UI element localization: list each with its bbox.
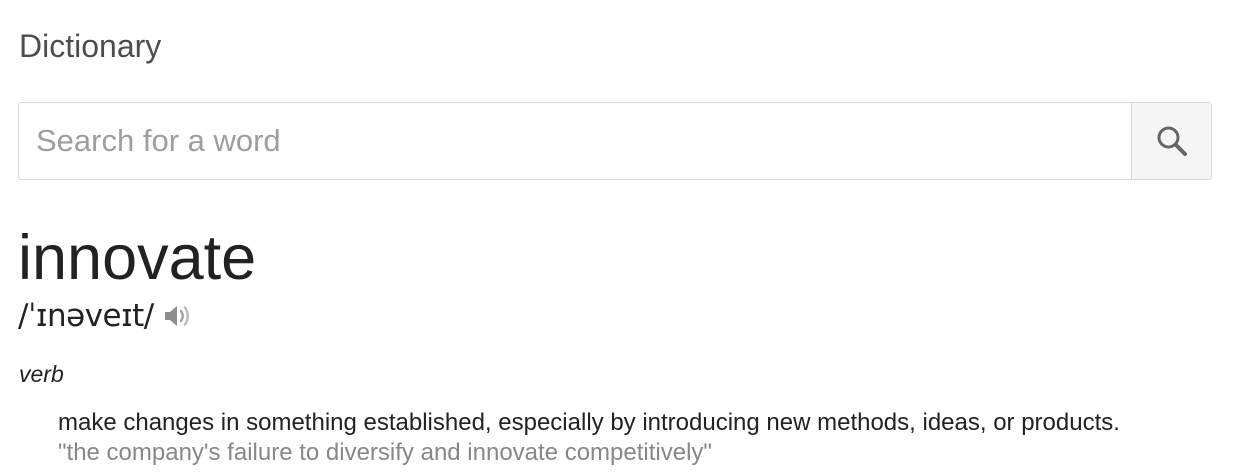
part-of-speech: verb	[19, 361, 64, 387]
pronunciation: /ˈɪnəveɪt/	[18, 298, 154, 334]
search-box	[18, 102, 1212, 180]
definition: make changes in something established, e…	[58, 409, 1120, 436]
search-button[interactable]	[1131, 103, 1211, 179]
search-input[interactable]	[19, 103, 1131, 179]
speaker-icon[interactable]	[162, 301, 194, 331]
page-title: Dictionary	[19, 28, 162, 64]
example-sentence: "the company's failure to diversify and …	[58, 439, 712, 466]
search-icon	[1154, 123, 1190, 159]
headword: innovate	[18, 223, 257, 293]
pronunciation-row: /ˈɪnəveɪt/	[18, 296, 194, 336]
